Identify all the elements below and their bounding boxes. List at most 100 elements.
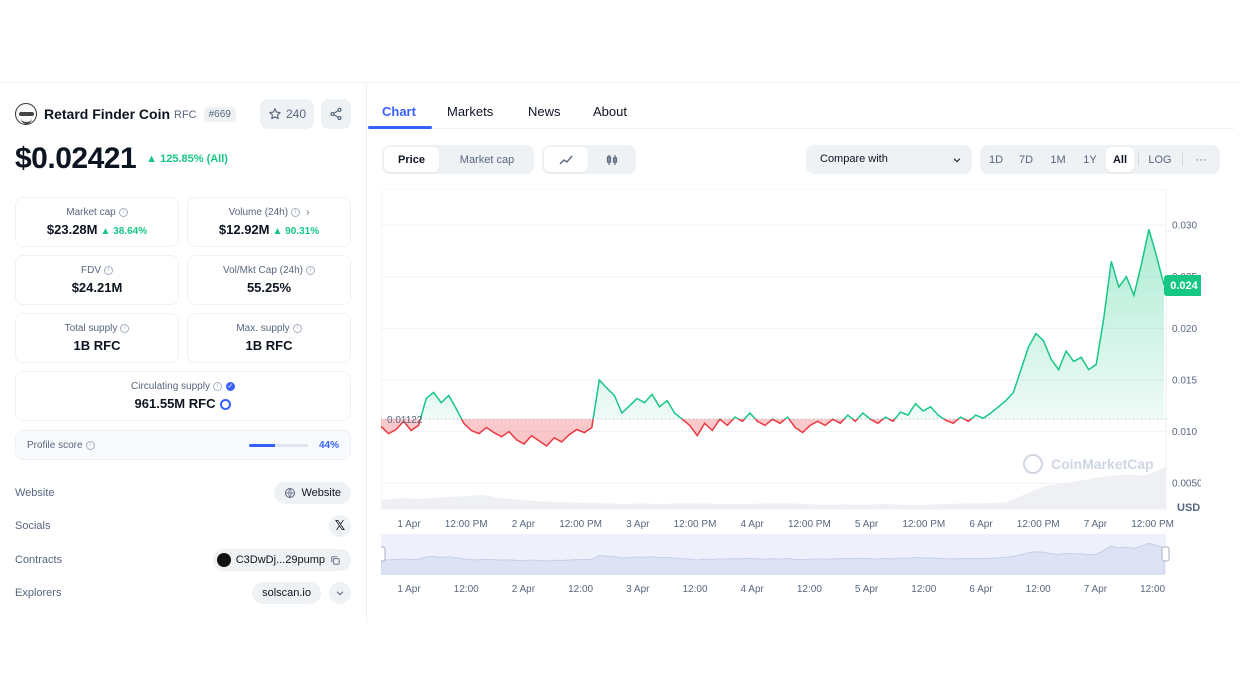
x-icon: 𝕏 — [334, 518, 346, 533]
stat-vol-mkt-cap: Vol/Mkt Cap (24h) i 55.25% — [187, 255, 351, 305]
info-icon[interactable]: i — [104, 265, 113, 275]
profile-score[interactable]: Profile score i 44% — [15, 430, 351, 460]
profile-score-label: Profile score — [27, 440, 83, 451]
range-all-button[interactable]: All — [1106, 147, 1134, 172]
stat-value: 961.55M RFC — [134, 396, 216, 411]
navigator-tick-label: 12:00 — [911, 584, 936, 595]
info-icon[interactable]: i — [85, 440, 95, 450]
stat-market-cap: Market cap i $23.28M ▲ 38.64% — [15, 197, 179, 247]
contracts-row: Contracts C3DwDj...29pump — [15, 549, 351, 573]
coin-info-panel: Retard Finder Coin RFC #669 240 $0.02421… — [0, 83, 367, 622]
reference-label: 0.01122 — [387, 415, 423, 426]
stat-value: 55.25% — [246, 280, 292, 295]
coin-logo — [15, 103, 37, 125]
info-icon[interactable]: i — [120, 323, 130, 333]
more-options-button[interactable]: ··· — [1186, 147, 1216, 172]
contract-pill[interactable]: C3DwDj...29pump — [212, 549, 351, 571]
tab-chart[interactable]: Chart — [382, 104, 416, 119]
price-area-up — [420, 229, 1164, 419]
star-icon — [269, 108, 281, 120]
website-button-label: Website — [301, 487, 341, 499]
x-tick-label: 12:00 PM — [1017, 519, 1060, 530]
stat-max-supply: Max. supply i 1B RFC — [187, 313, 351, 363]
navigator-tick-label: 3 Apr — [626, 584, 650, 595]
explorers-label: Explorers — [15, 587, 62, 599]
price-toggle-button[interactable]: Price — [384, 147, 439, 172]
tab-about[interactable]: About — [593, 104, 627, 119]
price-chart-svg[interactable]: 0.0300.0250.0200.0150.0100.0050USDCoinMa… — [377, 188, 1204, 622]
x-tick-label: 5 Apr — [855, 519, 879, 530]
market-cap-toggle-button[interactable]: Market cap — [442, 147, 532, 172]
info-icon[interactable]: i — [118, 207, 128, 217]
watermark-logo-icon — [1023, 454, 1043, 474]
copy-icon[interactable] — [330, 555, 341, 566]
info-icon[interactable]: i — [212, 381, 222, 391]
navigator-tick-label: 6 Apr — [969, 584, 993, 595]
chevron-right-icon: › — [306, 207, 310, 218]
stat-value: $12.92M — [218, 222, 270, 237]
tab-markets[interactable]: Markets — [447, 104, 493, 119]
time-range-toggle: 1D 7D 1M 1Y All LOG ··· — [980, 145, 1220, 174]
supply-ring-icon — [220, 399, 232, 411]
range-1m-button[interactable]: 1M — [1042, 147, 1074, 172]
chevron-down-icon — [336, 591, 344, 596]
explorer-button[interactable]: solscan.io — [252, 582, 321, 604]
range-7d-button[interactable]: 7D — [1012, 147, 1040, 172]
verified-icon: ✓ — [225, 381, 235, 391]
watchlist-count: 240 — [285, 107, 307, 121]
navigator-handle-right[interactable] — [1161, 546, 1170, 562]
current-price: $0.02421 — [15, 142, 137, 175]
tab-bar: Chart Markets News About — [368, 83, 1234, 129]
range-1d-button[interactable]: 1D — [982, 147, 1010, 172]
info-icon[interactable]: i — [291, 207, 301, 217]
navigator-tick-label: 1 Apr — [397, 584, 421, 595]
website-label: Website — [15, 487, 55, 499]
stat-change: 90.31% — [285, 226, 320, 237]
coin-symbol: RFC — [174, 109, 197, 121]
log-scale-button[interactable]: LOG — [1142, 147, 1178, 172]
tab-news[interactable]: News — [528, 104, 561, 119]
stat-total-supply: Total supply i 1B RFC — [15, 313, 179, 363]
coin-rank-badge: #669 — [203, 106, 236, 122]
x-social-button[interactable]: 𝕏 — [329, 515, 351, 537]
stat-label: Market cap — [66, 207, 116, 218]
price-change: ▲ 125.85% (All) — [146, 153, 228, 165]
chevron-down-icon — [953, 158, 961, 163]
y-tick-label: 0.010 — [1172, 427, 1197, 438]
line-chart-button[interactable] — [544, 147, 588, 172]
navigator-handle-left[interactable] — [377, 546, 386, 562]
x-tick-label: 12:00 PM — [788, 519, 831, 530]
contract-address: C3DwDj...29pump — [235, 554, 325, 566]
watchlist-button[interactable]: 240 — [260, 99, 314, 129]
price-change-value: 125.85% (All) — [160, 153, 228, 165]
navigator-tick-label: 2 Apr — [512, 584, 536, 595]
currency-label: USD — [1177, 502, 1200, 514]
price-row: $0.02421 ▲ 125.85% (All) — [15, 141, 228, 177]
price-mcap-toggle: Price Market cap — [382, 145, 534, 174]
price-chart[interactable]: 0.0300.0250.0200.0150.0100.0050USDCoinMa… — [377, 188, 1204, 622]
explorers-dropdown-button[interactable] — [329, 582, 351, 604]
stat-value: 1B RFC — [245, 338, 293, 353]
stat-label: Volume (24h) — [228, 207, 289, 218]
website-button[interactable]: Website — [274, 482, 351, 504]
x-tick-label: 2 Apr — [512, 519, 536, 530]
toolbar-divider — [1138, 153, 1139, 166]
toolbar-divider — [1182, 153, 1183, 166]
watermark-text: CoinMarketCap — [1051, 456, 1154, 472]
stat-volume[interactable]: Volume (24h) i › $12.92M ▲ 90.31% — [187, 197, 351, 247]
navigator-tick-label: 12:00 — [454, 584, 479, 595]
x-tick-label: 12:00 PM — [674, 519, 717, 530]
profile-score-bar — [249, 444, 308, 447]
compare-with-dropdown[interactable]: Compare with — [806, 145, 972, 174]
x-tick-label: 6 Apr — [969, 519, 993, 530]
y-tick-label: 0.020 — [1172, 324, 1197, 335]
info-icon[interactable]: i — [306, 265, 316, 275]
candle-chart-button[interactable] — [590, 147, 634, 172]
share-button[interactable] — [321, 99, 351, 129]
line-chart-icon — [559, 155, 573, 164]
solana-icon — [216, 553, 231, 567]
stat-value: $24.21M — [71, 280, 123, 295]
range-1y-button[interactable]: 1Y — [1076, 147, 1104, 172]
info-icon[interactable]: i — [292, 323, 302, 333]
stat-circulating-supply: Circulating supply i ✓ 961.55M RFC — [15, 371, 351, 421]
